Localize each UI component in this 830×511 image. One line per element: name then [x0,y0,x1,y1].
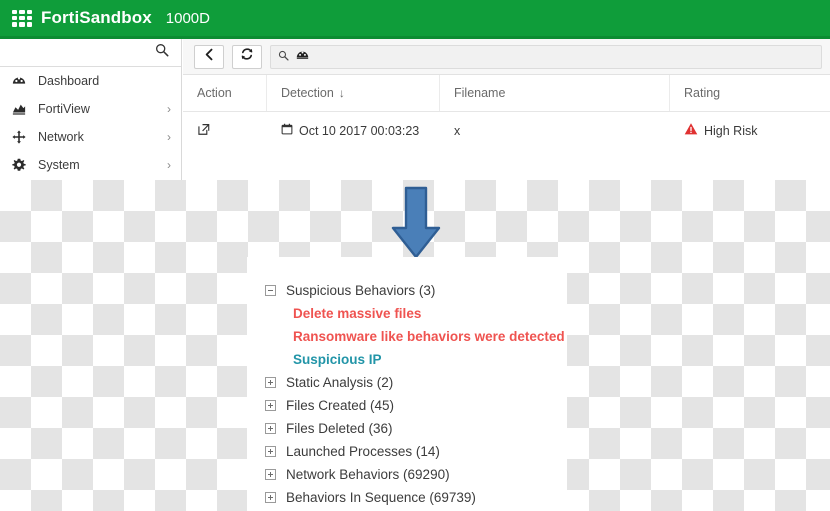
status-badge: High Risk [704,123,758,138]
down-arrow-icon [391,186,441,259]
detection-timestamp: Oct 10 2017 00:03:23 [299,123,420,138]
refresh-icon [240,47,254,66]
tree-node-suspicious-behaviors[interactable]: Suspicious Behaviors (3) [265,279,567,302]
tree-node-static-analysis[interactable]: Static Analysis (2) [265,371,567,394]
row-rating-cell: High Risk [670,112,830,149]
chevron-left-icon [203,48,216,66]
tree-node-behaviors-in-sequence[interactable]: Behaviors In Sequence (69739) [265,486,567,509]
grid-logo-icon [12,9,32,27]
chevron-right-icon: › [167,102,171,116]
move-arrows-icon [11,129,27,145]
table-header-row: Action Detection ↓ Filename Rating [183,75,830,112]
sidebar: Dashboard FortiView › Network › System › [0,39,182,180]
column-header-filename[interactable]: Filename [440,75,670,111]
tree-node-network-behaviors[interactable]: Network Behaviors (69290) [265,463,567,486]
row-action-cell [183,112,267,149]
back-button[interactable] [194,44,224,69]
calendar-icon [281,123,293,138]
tree-node-label: Static Analysis (2) [286,375,394,390]
expand-expander-icon[interactable] [265,446,276,457]
tree-node-label: Network Behaviors (69290) [286,467,450,482]
toolbar [183,39,830,75]
tree-node-label: Suspicious Behaviors (3) [286,283,436,298]
dashboard-gauge-icon [11,73,27,89]
sidebar-item-dashboard[interactable]: Dashboard [0,67,181,95]
tree-node-files-deleted[interactable]: Files Deleted (36) [265,417,567,440]
content-pane: Action Detection ↓ Filename Rating Oct 1… [183,39,830,180]
sort-descending-icon: ↓ [338,86,345,100]
area-chart-icon [11,101,27,117]
chevron-right-icon: › [167,158,171,172]
search-input[interactable] [270,44,822,69]
sidebar-item-network[interactable]: Network › [0,123,181,151]
column-header-detection[interactable]: Detection ↓ [267,75,440,111]
expand-expander-icon[interactable] [265,377,276,388]
external-link-icon[interactable] [197,122,211,139]
column-header-detection-label: Detection [281,86,334,100]
sidebar-item-label: Dashboard [38,74,100,88]
column-header-rating[interactable]: Rating [670,75,830,111]
dashboard-gauge-icon[interactable] [296,48,309,66]
behavior-detail-card: Suspicious Behaviors (3) Delete massive … [247,257,567,511]
tree-child-item[interactable]: Ransomware like behaviors were detected [265,325,567,348]
expand-expander-icon[interactable] [265,469,276,480]
expand-expander-icon[interactable] [265,400,276,411]
warning-triangle-icon [684,122,698,139]
gear-icon [11,157,27,173]
column-header-action[interactable]: Action [183,75,267,111]
brand-model: 1000D [165,9,210,27]
expand-expander-icon[interactable] [265,492,276,503]
detections-table: Action Detection ↓ Filename Rating Oct 1… [183,75,830,179]
refresh-button[interactable] [232,44,262,69]
sidebar-item-label: System [38,158,80,172]
sidebar-item-fortiview[interactable]: FortiView › [0,95,181,123]
tree-child-item[interactable]: Delete massive files [265,302,567,325]
behavior-tree: Suspicious Behaviors (3) Delete massive … [247,257,567,509]
tree-node-label: Launched Processes (14) [286,444,440,459]
sidebar-search-button[interactable] [0,39,181,67]
row-filename-cell: x [454,123,461,138]
expand-expander-icon[interactable] [265,423,276,434]
app-screenshot: FortiSandbox 1000D Dashboard FortiView ›… [0,0,830,511]
app-header: FortiSandbox 1000D [0,0,830,36]
search-icon [278,48,289,66]
tree-node-label: Behaviors In Sequence (69739) [286,490,476,505]
tree-child-item[interactable]: Suspicious IP [265,348,567,371]
chevron-right-icon: › [167,130,171,144]
tree-node-launched-processes[interactable]: Launched Processes (14) [265,440,567,463]
tree-node-label: Files Deleted (36) [286,421,393,436]
tree-node-files-created[interactable]: Files Created (45) [265,394,567,417]
sidebar-item-system[interactable]: System › [0,151,181,179]
table-row[interactable]: Oct 10 2017 00:03:23 x High Risk [183,112,830,149]
collapse-expander-icon[interactable] [265,285,276,296]
sidebar-item-label: FortiView [38,102,90,116]
search-icon [155,43,169,62]
brand-name: FortiSandbox [41,8,152,27]
tree-node-label: Files Created (45) [286,398,395,413]
sidebar-item-label: Network [38,130,84,144]
row-detection-cell: Oct 10 2017 00:03:23 [267,112,440,149]
